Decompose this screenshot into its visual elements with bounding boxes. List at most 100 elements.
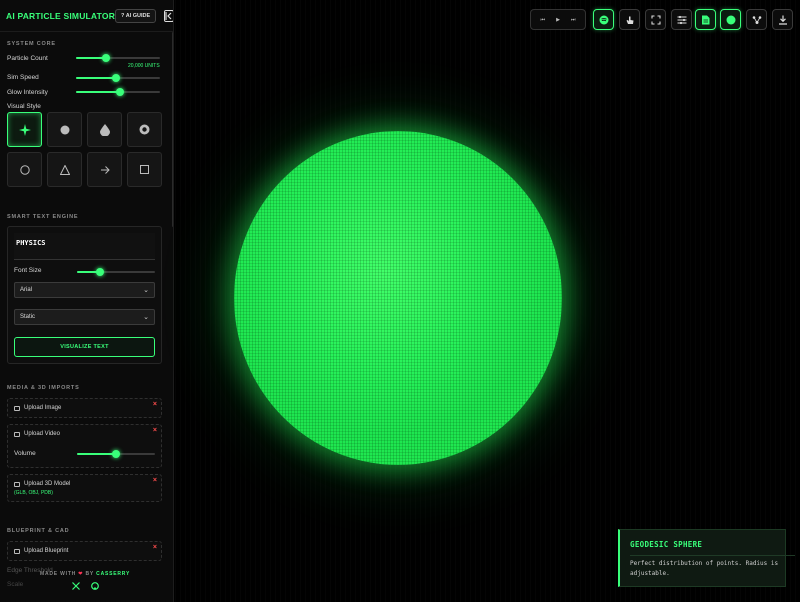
style-ring-button[interactable] [7, 152, 42, 187]
remove-video-icon[interactable]: × [153, 427, 157, 434]
style-target-button[interactable] [127, 112, 162, 147]
audio-toggle-button[interactable] [593, 9, 614, 30]
section-title-blueprint: BLUEPRINT & CAD [7, 528, 70, 534]
style-droplet-button[interactable] [87, 112, 122, 147]
visual-style-label: Visual Style [7, 102, 41, 110]
network-icon [752, 15, 761, 24]
sliders-icon [677, 15, 686, 24]
volume-slider[interactable] [77, 450, 155, 458]
fullscreen-button[interactable] [645, 9, 666, 30]
upload-blueprint-label: Upload Blueprint [24, 548, 69, 554]
share-network-button[interactable] [746, 9, 767, 30]
gesture-button[interactable] [619, 9, 640, 30]
visual-style-grid [7, 112, 162, 187]
download-button[interactable] [772, 9, 793, 30]
glow-intensity-label: Glow Intensity [7, 88, 48, 96]
volume-label: Volume [14, 450, 36, 457]
triangle-icon [59, 164, 70, 175]
slider-knob[interactable] [116, 88, 124, 96]
brand-name[interactable]: CASSERRY [96, 571, 130, 577]
document-icon [702, 15, 710, 24]
remove-image-icon[interactable]: × [153, 401, 157, 408]
skip-forward-icon[interactable]: ⏭ [571, 17, 576, 23]
upload-image-label: Upload Image [24, 405, 62, 411]
chevron-down-icon: ⌄ [143, 314, 149, 321]
text-engine-card: PHYSICS Font Size Arial ⌄ Static ⌄ VISUA… [7, 226, 162, 364]
style-arrow-button[interactable] [87, 152, 122, 187]
slider-knob[interactable] [112, 450, 120, 458]
sidebar-footer: MADE WITH ❤ BY CASSERRY [0, 568, 173, 602]
style-square-button[interactable] [127, 152, 162, 187]
upload-video-row[interactable]: Upload Video [8, 425, 161, 443]
sidebar-scrollbar[interactable] [172, 32, 173, 227]
particle-count-slider[interactable] [76, 54, 160, 62]
made-with-credit: MADE WITH ❤ BY CASSERRY [40, 571, 130, 577]
style-triangle-button[interactable] [47, 152, 82, 187]
droplet-icon [99, 123, 110, 136]
remove-model-icon[interactable]: × [153, 477, 157, 484]
font-family-select[interactable]: Arial ⌄ [14, 282, 155, 298]
github-icon[interactable] [91, 582, 99, 592]
particle-canvas[interactable]: ⏮ ▶ ⏭ GEODESIC SPHERE Perfect distributi… [175, 0, 800, 602]
blueprint-icon [14, 548, 20, 554]
spotify-icon [599, 15, 608, 24]
section-title-text-engine: SMART TEXT ENGINE [7, 214, 79, 220]
image-icon [14, 405, 20, 411]
sim-speed-slider[interactable] [76, 74, 160, 82]
animation-mode-select[interactable]: Static ⌄ [14, 309, 155, 325]
square-icon [140, 165, 149, 174]
skip-back-icon[interactable]: ⏮ [541, 17, 546, 23]
upload-model-label: Upload 3D Model [24, 481, 71, 487]
upload-image-card[interactable]: Upload Image × [7, 398, 162, 418]
color-circle-icon [726, 15, 735, 24]
circle-filled-icon [60, 125, 69, 134]
animation-mode-value: Static [20, 314, 36, 320]
play-icon[interactable]: ▶ [556, 17, 560, 23]
particle-count-label: Particle Count [7, 54, 48, 62]
x-twitter-icon[interactable] [72, 582, 80, 592]
visual-style-row: Visual Style [7, 100, 162, 112]
video-icon [14, 431, 20, 437]
style-sparkle-button[interactable] [7, 112, 42, 147]
playback-controls: ⏮ ▶ ⏭ [530, 9, 586, 30]
font-size-slider[interactable] [77, 268, 155, 276]
sparkle-icon [18, 123, 31, 136]
text-input[interactable]: PHYSICS [14, 233, 155, 260]
font-size-label: Font Size [14, 267, 42, 274]
upload-blueprint-row[interactable]: Upload Blueprint [8, 542, 161, 560]
geodesic-sphere-particles[interactable] [234, 131, 562, 465]
hand-icon [626, 16, 633, 24]
sim-speed-label: Sim Speed [7, 73, 39, 81]
fullscreen-icon [650, 14, 661, 25]
ai-guide-button[interactable]: ? AI GUIDE [115, 8, 157, 23]
heart-icon: ❤ [78, 571, 84, 577]
collapse-sidebar-icon[interactable] [164, 9, 173, 22]
model-formats: (GLB, OBJ, PDB) [14, 490, 53, 496]
slider-knob[interactable] [102, 54, 110, 62]
shape-info-title: GEODESIC SPHERE [630, 540, 703, 549]
by-text: BY [85, 571, 94, 577]
remove-blueprint-icon[interactable]: × [153, 544, 157, 551]
slider-knob[interactable] [96, 268, 104, 276]
upload-blueprint-card[interactable]: Upload Blueprint × [7, 541, 162, 561]
document-button[interactable] [695, 9, 716, 30]
control-sidebar: AI PARTICLE SIMULATOR ? AI GUIDE SYSTEM … [0, 0, 174, 602]
made-with-text: MADE WITH [40, 571, 77, 577]
visualize-text-button[interactable]: VISUALIZE TEXT [14, 337, 155, 357]
particle-count-units: 20,000 UNITS [128, 63, 160, 69]
download-icon [778, 15, 787, 25]
font-family-value: Arial [20, 287, 33, 293]
glow-intensity-slider[interactable] [76, 88, 160, 96]
folder-icon [14, 481, 20, 487]
upload-model-card[interactable]: Upload 3D Model (GLB, OBJ, PDB) × [7, 474, 162, 502]
section-title-system-core: SYSTEM CORE [7, 41, 56, 47]
upload-image-row[interactable]: Upload Image [8, 399, 161, 417]
slider-knob[interactable] [112, 74, 120, 82]
color-mode-button[interactable] [720, 9, 741, 30]
sidebar-header: AI PARTICLE SIMULATOR ? AI GUIDE [0, 0, 173, 32]
style-solid-button[interactable] [47, 112, 82, 147]
upload-video-label: Upload Video [24, 431, 60, 437]
app-title: AI PARTICLE SIMULATOR [6, 10, 116, 21]
arrow-right-icon [100, 165, 110, 174]
settings-sliders-button[interactable] [671, 9, 692, 30]
